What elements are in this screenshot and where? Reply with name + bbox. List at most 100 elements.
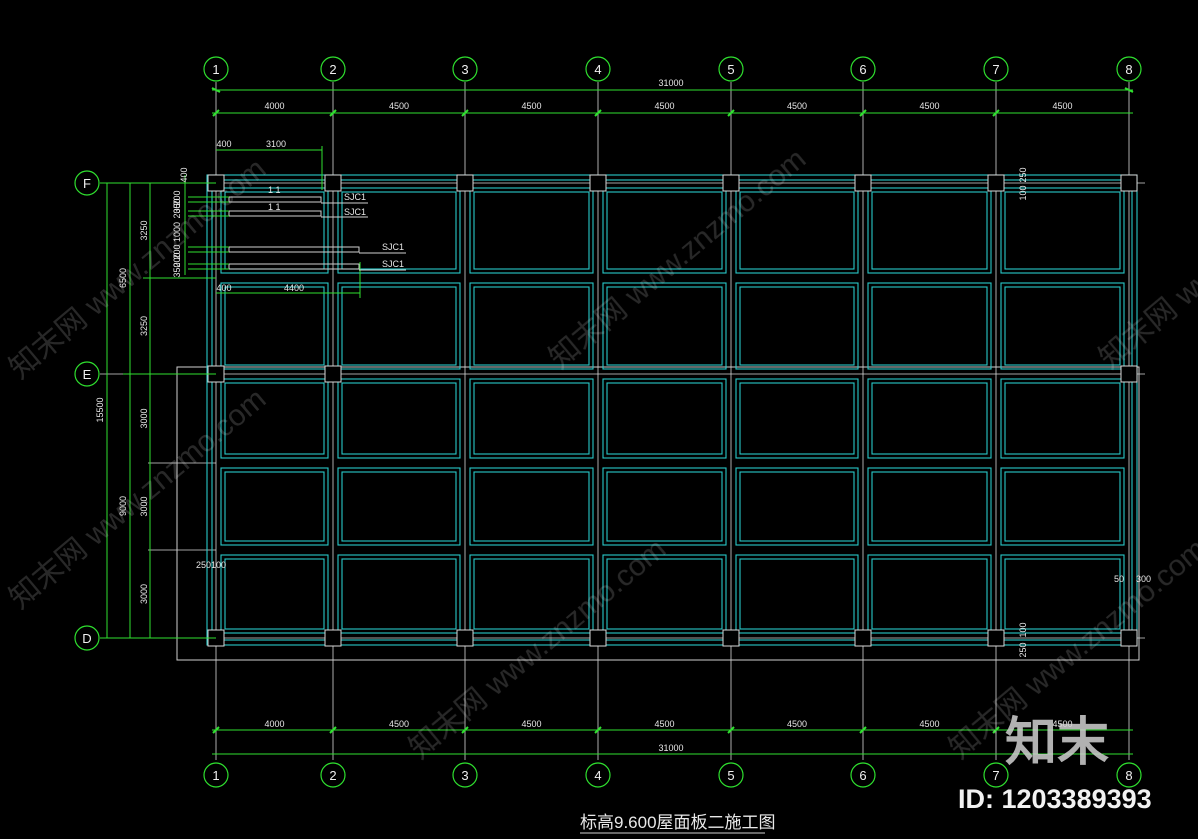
grid-bubble-bottom: 6: [850, 762, 876, 788]
slab-panel: [735, 554, 859, 634]
right-offset-dim-50: 50: [1114, 574, 1124, 584]
floor-plan-drawing: 31000 4000 4500 4500 4500 4500 4500 4500 31000…: [3, 56, 1198, 834]
bottom-span-dimension: 4500: [787, 719, 807, 729]
slab-panel: [337, 554, 461, 634]
bottom-span-dimension: 4500: [654, 719, 674, 729]
column: [324, 174, 342, 192]
slab-panel: [337, 378, 461, 459]
slab-panel: [735, 282, 859, 370]
bottom-total-dimension: 31000: [658, 743, 683, 753]
grid-bubble-top: 8: [1116, 56, 1142, 82]
svg-text:D: D: [82, 631, 91, 646]
slab-panel: [867, 554, 992, 634]
svg-text:1: 1: [212, 62, 219, 77]
left-sub-dimension: 3000: [139, 584, 149, 604]
slab-panel: [1000, 467, 1125, 546]
slab-panel: [1000, 378, 1125, 459]
column: [589, 174, 607, 192]
brand-logo: 知末: [1005, 714, 1109, 772]
detail-dim-3100: 3100: [266, 139, 286, 149]
beam-label-4: SJC1: [382, 259, 404, 269]
svg-text:5: 5: [727, 62, 734, 77]
grid-bubble-top: 3: [452, 56, 478, 82]
top-span-dimension: 4000: [264, 101, 284, 111]
left-sub-dimension: 3250: [139, 220, 149, 240]
svg-text:4: 4: [594, 768, 601, 783]
bottom-span-dimension: 4500: [919, 719, 939, 729]
right-top-dim-250: 250: [1018, 167, 1028, 182]
detail-vertical-dimension: 200: [172, 190, 182, 205]
svg-text:8: 8: [1125, 768, 1132, 783]
slab-panel: [220, 467, 329, 546]
left-offset-dim: 250100: [196, 560, 226, 570]
column: [456, 174, 474, 192]
svg-text:F: F: [83, 176, 91, 191]
slab-panel: [469, 187, 594, 274]
slab-panel: [469, 467, 594, 546]
slab-panel: [220, 282, 329, 370]
grid-bubble-left: E: [74, 361, 100, 387]
column: [854, 174, 872, 192]
grid-bubble-top: 5: [718, 56, 744, 82]
grid-bubble-left: D: [74, 625, 100, 651]
top-span-dimension: 4500: [654, 101, 674, 111]
right-top-dim-100: 100: [1018, 185, 1028, 200]
svg-text:6: 6: [859, 768, 866, 783]
section-mark-1: 1 1: [268, 185, 281, 195]
grid-bubble-top: 4: [585, 56, 611, 82]
grid-bubble-bottom: 2: [320, 762, 346, 788]
top-span-dimension: 4500: [787, 101, 807, 111]
top-span-dimension: 4500: [521, 101, 541, 111]
svg-text:6: 6: [859, 62, 866, 77]
column: [324, 629, 342, 647]
svg-text:8: 8: [1125, 62, 1132, 77]
top-span-labels: 4000 4500 4500 4500 4500 4500 4500: [212, 101, 1073, 117]
section-mark-2: 1 1: [268, 202, 281, 212]
bottom-span-dimension: 4000: [264, 719, 284, 729]
grid-bubble-top: 2: [320, 56, 346, 82]
beam-label-2: SJC1: [344, 207, 366, 217]
left-sub-dimension: 3250: [139, 316, 149, 336]
top-span-dimension: 4500: [919, 101, 939, 111]
floor-outline: [176, 366, 1140, 661]
column: [987, 174, 1005, 192]
bottom-span-dimension: 4500: [521, 719, 541, 729]
watermark-text-3: 知末网 www.znzmo.com: [3, 382, 272, 615]
right-bottom-dim-100: 100: [1018, 622, 1028, 637]
slab-panel: [337, 467, 461, 546]
image-id: ID: 1203389393: [958, 784, 1152, 814]
top-span-dimension: 4500: [389, 101, 409, 111]
detail-dim-4400: 4400: [284, 283, 304, 293]
column: [1120, 174, 1138, 192]
detail-dim-400-bottom: 400: [216, 283, 231, 293]
column: [1120, 629, 1138, 647]
grid-bubble-top: 1: [203, 56, 229, 82]
slab-panel: [867, 187, 992, 274]
slab-panel: [602, 378, 727, 459]
slab-panel: [867, 282, 992, 370]
column: [456, 629, 474, 647]
grid-bubble-bottom: 3: [452, 762, 478, 788]
grid-bubble-top: 7: [983, 56, 1009, 82]
left-sub-dimension: 3000: [139, 408, 149, 428]
column: [589, 629, 607, 647]
svg-text:4: 4: [594, 62, 601, 77]
detail-vertical-dimension: 400: [179, 167, 189, 182]
column: [324, 365, 342, 383]
slab-panel: [867, 378, 992, 459]
grid-bubble-bottom: 4: [585, 762, 611, 788]
top-total-dimension: 31000: [658, 78, 683, 88]
svg-text:7: 7: [992, 62, 999, 77]
detail-dim-400-top: 400: [216, 139, 231, 149]
watermark-text-6: 知末网 www.znzmo.com: [1093, 142, 1198, 375]
beam-label-1: SJC1: [344, 192, 366, 202]
slab-panel: [735, 467, 859, 546]
svg-text:1: 1: [212, 768, 219, 783]
svg-text:7: 7: [992, 768, 999, 783]
grid-bubble-bottom: 5: [718, 762, 744, 788]
slab-panel: [337, 282, 461, 370]
right-bottom-dim-250: 250: [1018, 642, 1028, 657]
svg-text:5: 5: [727, 768, 734, 783]
column: [722, 629, 740, 647]
svg-text:2: 2: [329, 768, 336, 783]
